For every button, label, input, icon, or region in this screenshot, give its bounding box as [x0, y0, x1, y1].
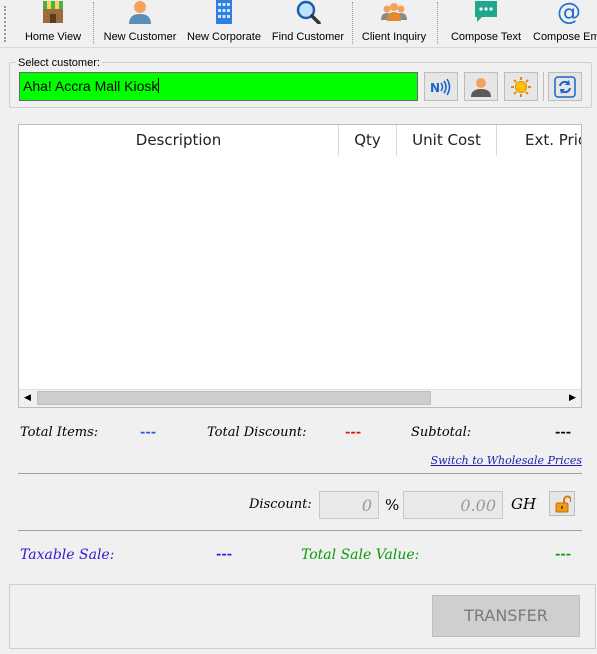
magnifier-icon	[296, 0, 321, 24]
new-customer-label: New Customer	[103, 31, 177, 43]
at-sign-icon: @	[557, 0, 581, 24]
total-discount-label: Total Discount:	[207, 425, 307, 440]
discount-percent-input[interactable]: 0	[319, 491, 379, 519]
chat-bubble-icon	[475, 1, 497, 22]
person-icon	[129, 1, 151, 24]
shop-icon	[43, 1, 63, 23]
toolbar-separator	[437, 2, 438, 44]
compose-text-button[interactable]: Compose Text	[446, 0, 526, 46]
select-customer-label: Select customer:	[16, 57, 102, 69]
building-icon	[216, 0, 232, 24]
nfc-button[interactable]: N	[424, 72, 458, 101]
items-grid[interactable]: Description Qty Unit Cost Ext. Price ◀ ▶	[18, 124, 582, 408]
total-items-value: ---	[140, 425, 157, 440]
compose-email-label: Compose Ema	[533, 31, 597, 43]
column-header-ext-price[interactable]: Ext. Price	[497, 125, 581, 156]
discount-lock-button[interactable]	[549, 491, 575, 516]
discount-amount-input[interactable]: 0.00	[403, 491, 503, 519]
scroll-thumb[interactable]	[37, 391, 431, 405]
new-corporate-button[interactable]: New Corporate	[183, 0, 265, 46]
discount-label: Discount:	[249, 497, 312, 512]
switch-wholesale-link[interactable]: Switch to Wholesale Prices	[431, 454, 582, 467]
new-corporate-label: New Corporate	[187, 31, 261, 43]
unlock-icon	[555, 495, 571, 513]
group-icon	[381, 3, 407, 21]
divider	[18, 530, 582, 531]
total-sale-value: ---	[555, 547, 572, 562]
toolbar-separator	[352, 2, 353, 44]
toolbar-grip[interactable]	[4, 6, 6, 42]
horizontal-scrollbar[interactable]: ◀ ▶	[19, 389, 581, 407]
column-header-description[interactable]: Description	[19, 125, 339, 156]
subtotal-value: ---	[555, 425, 572, 440]
svg-text:@: @	[557, 0, 581, 24]
taxable-sale-value: ---	[216, 547, 233, 562]
client-inquiry-label: Client Inquiry	[361, 31, 427, 43]
column-header-qty[interactable]: Qty	[339, 125, 397, 156]
sun-icon	[511, 76, 531, 97]
total-discount-value: ---	[345, 425, 362, 440]
home-view-label: Home View	[24, 31, 82, 43]
client-inquiry-button[interactable]: Client Inquiry	[358, 0, 430, 46]
refresh-button[interactable]	[548, 72, 582, 101]
total-sale-value-label: Total Sale Value:	[301, 547, 420, 563]
customer-input[interactable]: Aha! Accra Mall Kiosk	[19, 72, 418, 101]
divider	[18, 473, 582, 474]
refresh-icon	[554, 75, 576, 98]
toolbar: Home View New Customer New Corporate Fin…	[0, 0, 597, 48]
loyalty-button[interactable]	[504, 72, 538, 101]
currency-label: GH	[511, 495, 537, 513]
home-view-button[interactable]: Home View	[22, 0, 84, 46]
button-divider	[543, 72, 544, 101]
transfer-button[interactable]: TRANSFER	[432, 595, 580, 637]
nfc-icon: N	[430, 78, 451, 95]
taxable-sale-label: Taxable Sale:	[20, 547, 115, 563]
total-items-label: Total Items:	[20, 425, 99, 440]
column-header-unit-cost[interactable]: Unit Cost	[397, 125, 497, 156]
compose-text-label: Compose Text	[450, 31, 522, 43]
scroll-right-arrow[interactable]: ▶	[564, 390, 581, 407]
subtotal-label: Subtotal:	[411, 425, 472, 440]
compose-email-button[interactable]: @ Compose Ema	[529, 0, 597, 46]
svg-text:N: N	[430, 81, 440, 95]
toolbar-separator	[93, 2, 94, 44]
text-caret	[158, 78, 160, 93]
person-icon	[471, 77, 491, 97]
customer-value: Aha! Accra Mall Kiosk	[23, 78, 159, 94]
find-customer-label: Find Customer	[271, 31, 345, 43]
find-customer-button[interactable]: Find Customer	[270, 0, 346, 46]
percent-symbol: %	[385, 496, 400, 514]
new-customer-button[interactable]: New Customer	[100, 0, 180, 46]
scroll-left-arrow[interactable]: ◀	[19, 390, 36, 407]
customer-profile-button[interactable]	[464, 72, 498, 101]
